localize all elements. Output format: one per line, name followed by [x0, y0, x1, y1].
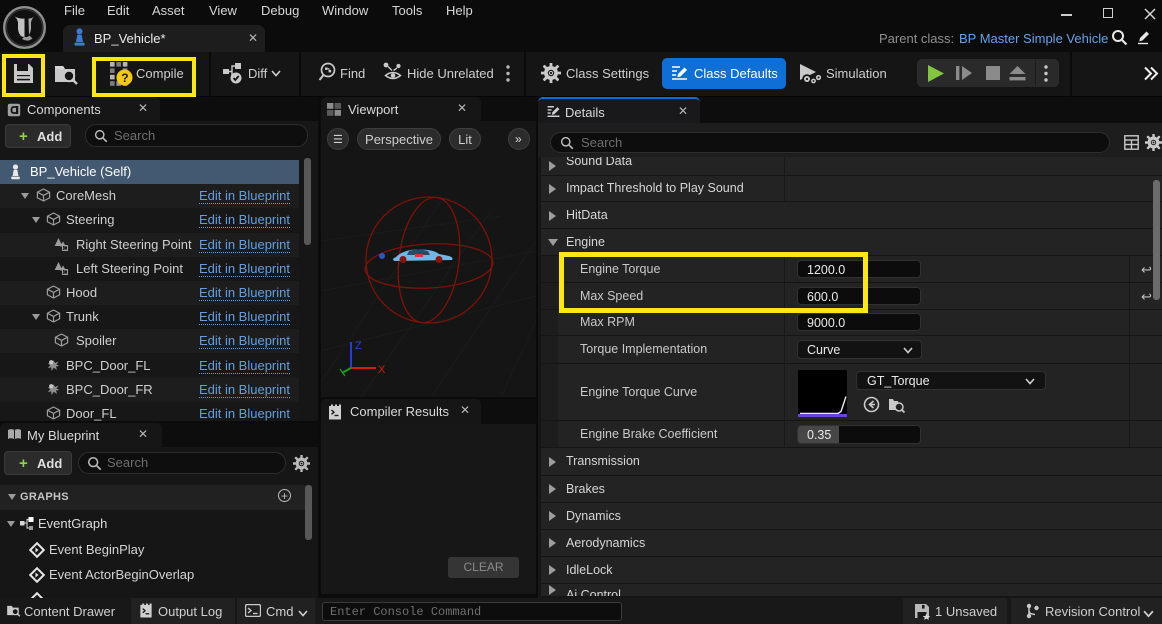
svg-text:X: X — [378, 364, 386, 376]
svg-text:C: C — [63, 270, 67, 275]
svg-text:C: C — [63, 246, 67, 251]
svg-text:Z: Z — [355, 340, 362, 352]
